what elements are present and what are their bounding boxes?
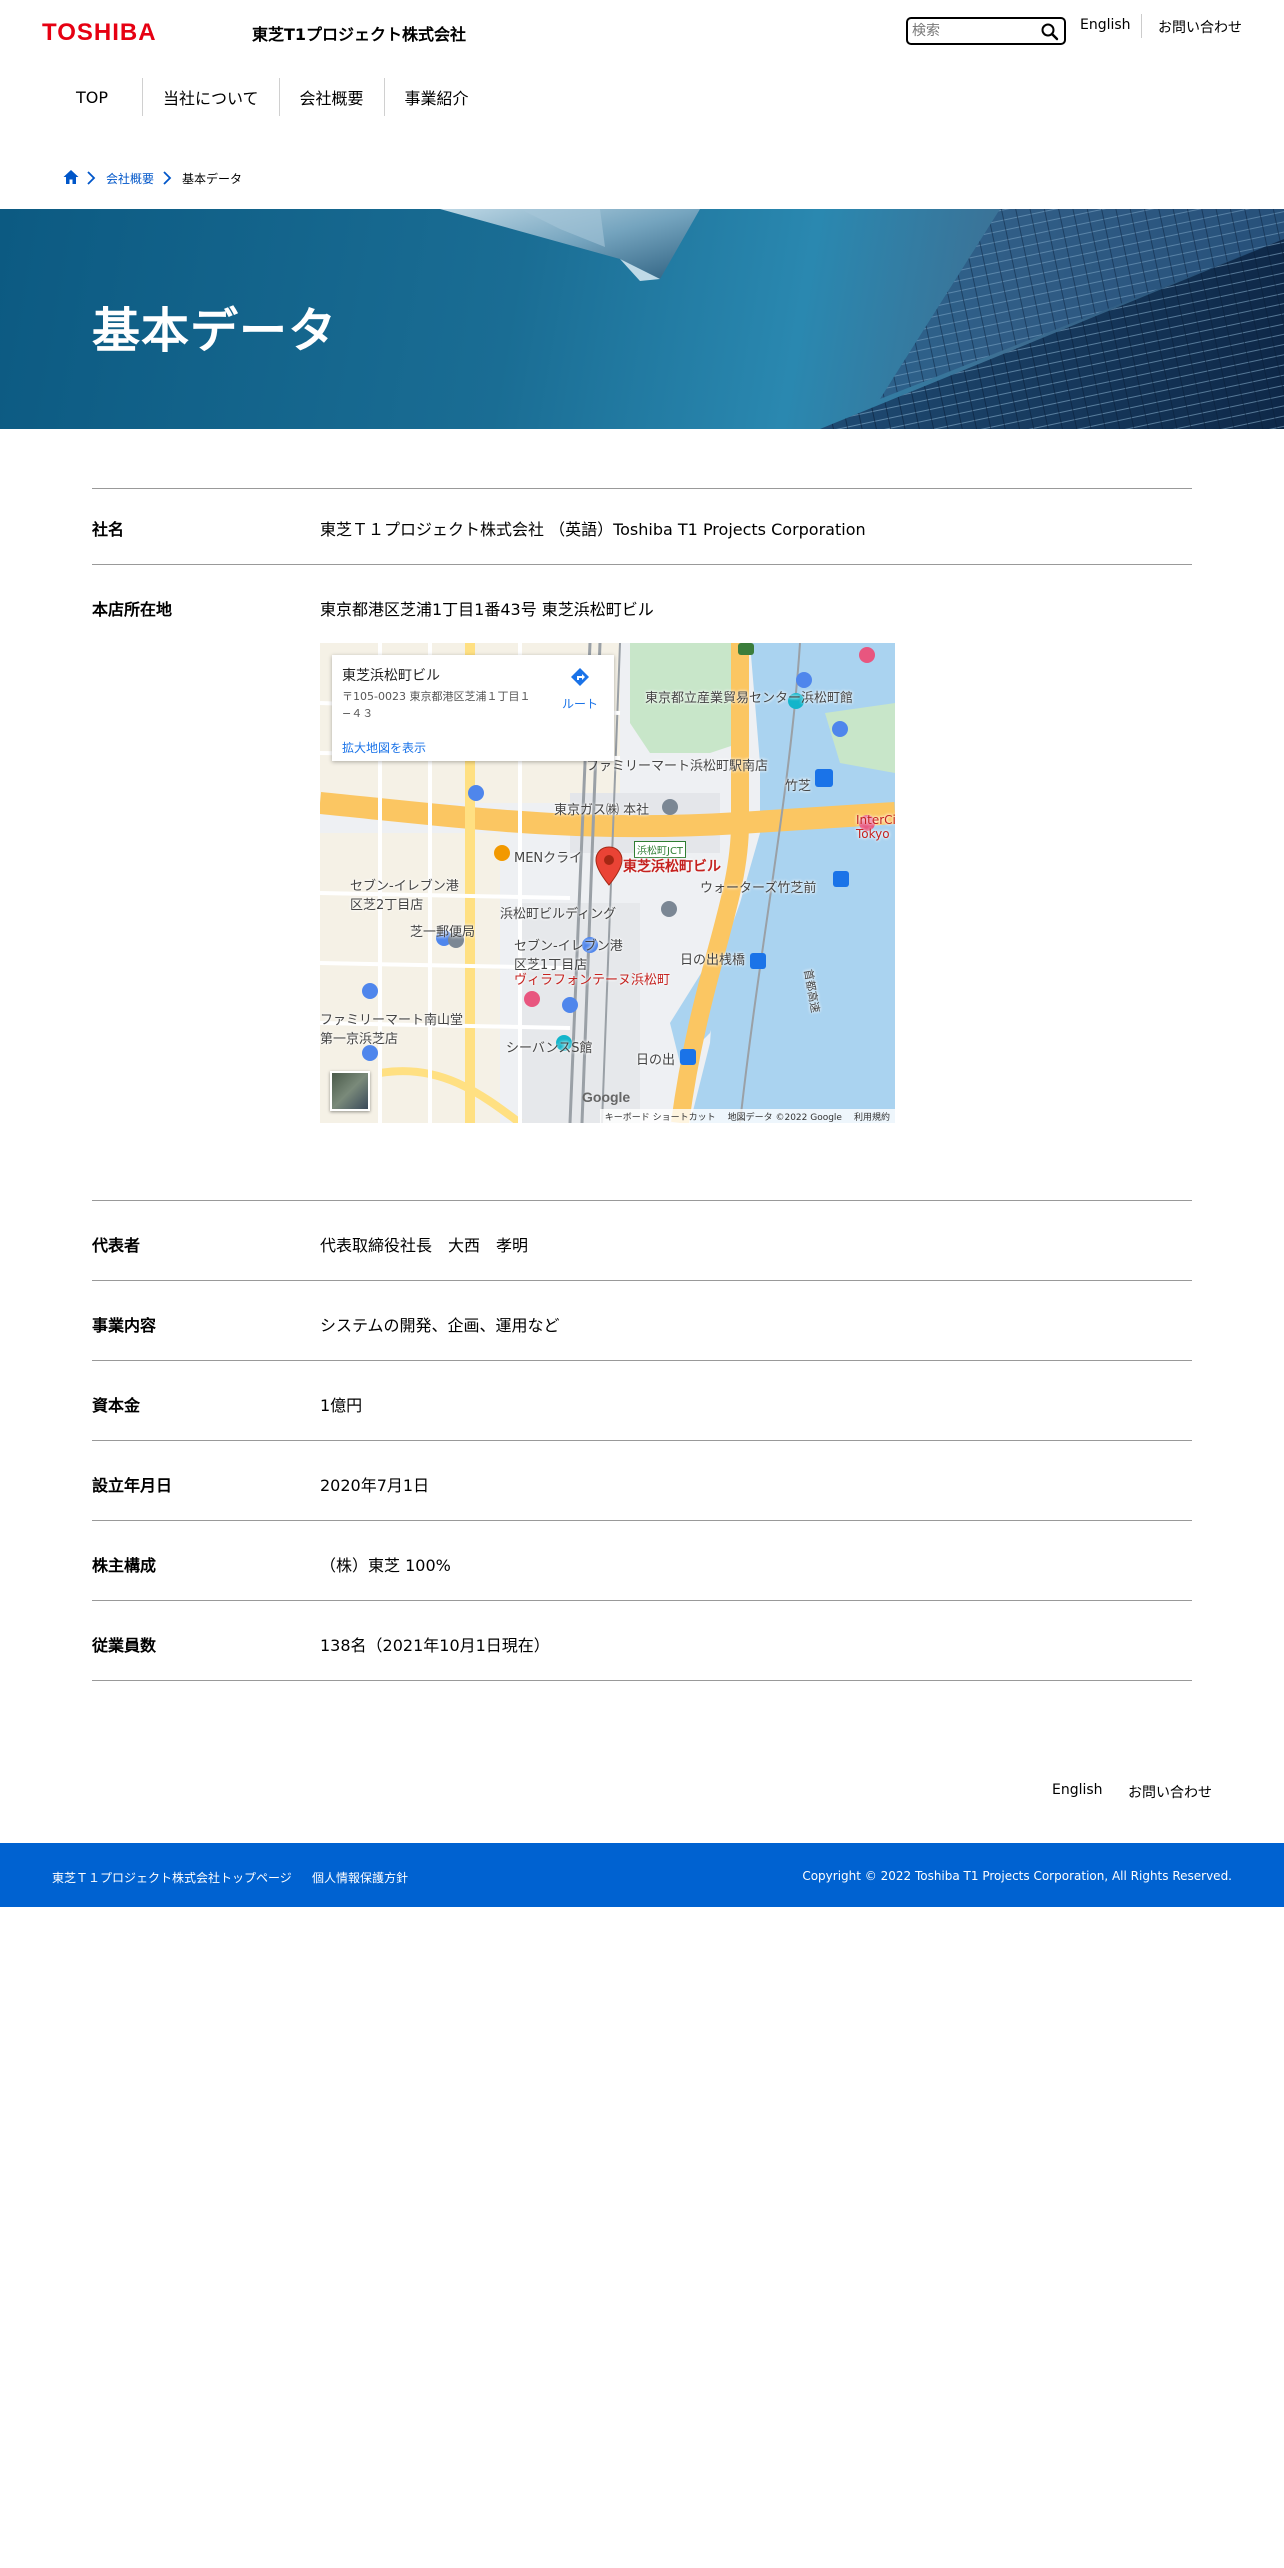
search-button[interactable] — [1040, 22, 1060, 42]
map-label: 竹芝 — [785, 779, 812, 794]
map-label: 日の出 — [636, 1053, 676, 1068]
row-label: 設立年月日 — [92, 1476, 173, 1495]
row-label: 株主構成 — [92, 1556, 157, 1575]
map-label: 東京都立産業貿易センター浜松町館 — [645, 691, 854, 706]
map-card-address: 〒105-0023 東京都港区芝浦１丁目１−４３ — [342, 690, 531, 720]
breadcrumb-home[interactable] — [62, 168, 80, 189]
table-row-representative: 代表者 代表取締役社長 大西 孝明 — [92, 1201, 1192, 1281]
keyboard-shortcuts-link[interactable]: キーボード ショートカット — [605, 1110, 716, 1123]
nav-item-business[interactable]: 事業紹介 — [383, 78, 489, 116]
table-row-established: 設立年月日 2020年7月1日 — [92, 1441, 1192, 1521]
map-label: 浜松町ビルディング — [500, 907, 617, 922]
site-name[interactable]: 東芝T1プロジェクト株式会社 — [252, 21, 466, 45]
search-icon — [1041, 23, 1059, 41]
table-row-business: 事業内容 システムの開発、企画、運用など — [92, 1281, 1192, 1361]
map-card-title: 東芝浜松町ビル — [342, 668, 440, 684]
embedded-map[interactable]: 東京都立産業貿易センター浜松町館 ファミリーマート浜松町駅南店 東京ガス㈱ 本社… — [320, 643, 895, 1123]
route-button[interactable]: ルート — [558, 665, 602, 711]
map-label: セブン-イレブン港区芝2丁目店 — [350, 879, 459, 913]
row-label: 従業員数 — [92, 1636, 157, 1655]
map-label: ファミリーマート南山堂第一京浜芝店 — [320, 1013, 464, 1047]
map-pin-icon[interactable] — [594, 846, 624, 886]
map-label: InterCity Tokyo — [856, 813, 895, 841]
map-label: セブン-イレブン港区芝1丁目店 — [514, 939, 623, 973]
satellite-toggle[interactable] — [330, 1071, 370, 1111]
breadcrumb-current: 基本データ — [182, 171, 243, 186]
google-logo: Google — [582, 1089, 631, 1105]
row-value: 東芝Ｔ１プロジェクト株式会社 （英語）Toshiba T1 Projects C… — [320, 520, 866, 539]
row-value: 2020年7月1日 — [320, 1476, 430, 1495]
map-pin-label: 東芝浜松町ビル — [623, 859, 721, 875]
footer-top-page-link[interactable]: 東芝Ｔ１プロジェクト株式会社トップページ — [52, 1869, 292, 1886]
route-label: ルート — [561, 697, 598, 711]
map-label: 東京ガス㈱ 本社 — [554, 803, 650, 818]
row-value: システムの開発、企画、運用など — [320, 1316, 560, 1335]
directions-icon — [571, 668, 589, 686]
english-link[interactable]: English — [1080, 17, 1131, 33]
page-hero: 基本データ — [0, 209, 1284, 429]
enlarge-map-link[interactable]: 拡大地図を表示 — [342, 739, 426, 756]
nav-item-top[interactable]: TOP — [56, 78, 142, 116]
map-attribution: キーボード ショートカット 地図データ ©2022 Google 利用規約 — [599, 1109, 895, 1123]
row-label: 資本金 — [92, 1396, 141, 1415]
row-value: 1億円 — [320, 1396, 363, 1415]
table-row-capital: 資本金 1億円 — [92, 1361, 1192, 1441]
search-box — [906, 17, 1066, 45]
site-header: TOSHIBA 東芝T1プロジェクト株式会社 English お問い合わせ — [0, 0, 1284, 64]
row-label: 本店所在地 — [92, 600, 173, 619]
row-label: 事業内容 — [92, 1316, 157, 1335]
map-label: ヴィラフォンテーヌ浜松町 — [514, 973, 671, 988]
map-label: 日の出桟橋 — [680, 953, 746, 968]
row-label: 代表者 — [92, 1236, 141, 1255]
breadcrumb: 会社概要 基本データ — [62, 168, 242, 188]
search-input[interactable] — [912, 21, 1036, 41]
header-divider — [1141, 14, 1142, 38]
copyright: Copyright © 2022 Toshiba T1 Projects Cor… — [802, 1869, 1232, 1883]
page-title: 基本データ — [92, 303, 338, 359]
nav-item-about[interactable]: 当社について — [142, 78, 279, 116]
breadcrumb-company[interactable]: 会社概要 — [106, 170, 154, 187]
global-nav: TOP 当社について 会社概要 事業紹介 — [56, 78, 489, 116]
nav-item-company[interactable]: 会社概要 — [278, 78, 384, 116]
map-label: ウォーターズ竹芝前 — [700, 881, 817, 896]
table-row-employees: 従業員数 138名（2021年10月1日現在） — [92, 1601, 1192, 1681]
map-label: シーバンスS館 — [506, 1041, 593, 1056]
table-row-shareholders: 株主構成 （株）東芝 100% — [92, 1521, 1192, 1601]
footer-contact-link[interactable]: お問い合わせ — [1128, 1782, 1212, 1802]
chevron-right-icon — [87, 171, 96, 185]
home-icon — [63, 169, 79, 184]
toshiba-logo[interactable]: TOSHIBA — [42, 19, 157, 47]
row-label: 社名 — [92, 520, 125, 539]
map-info-card: 東芝浜松町ビル 〒105-0023 東京都港区芝浦１丁目１−４３ 拡大地図を表示… — [332, 655, 614, 761]
row-value: 代表取締役社長 大西 孝明 — [320, 1236, 529, 1255]
chevron-right-icon — [163, 171, 172, 185]
row-value: 138名（2021年10月1日現在） — [320, 1636, 550, 1655]
row-value: （株）東芝 100% — [320, 1556, 451, 1575]
contact-link[interactable]: お問い合わせ — [1158, 17, 1242, 37]
map-data-credit: 地図データ ©2022 Google — [727, 1113, 842, 1123]
footer-privacy-link[interactable]: 個人情報保護方針 — [312, 1869, 408, 1886]
footer-english-link[interactable]: English — [1052, 1782, 1103, 1798]
map-label: 芝一郵便局 — [410, 925, 476, 940]
map-terms-link[interactable]: 利用規約 — [854, 1110, 890, 1123]
site-footer: 東芝Ｔ１プロジェクト株式会社トップページ 個人情報保護方針 Copyright … — [0, 1843, 1284, 1907]
map-label: MENクライ — [514, 851, 583, 866]
row-value: 東京都港区芝浦1丁目1番43号 東芝浜松町ビル — [320, 600, 654, 619]
table-row-company-name: 社名 東芝Ｔ１プロジェクト株式会社 （英語）Toshiba T1 Project… — [92, 489, 1192, 565]
